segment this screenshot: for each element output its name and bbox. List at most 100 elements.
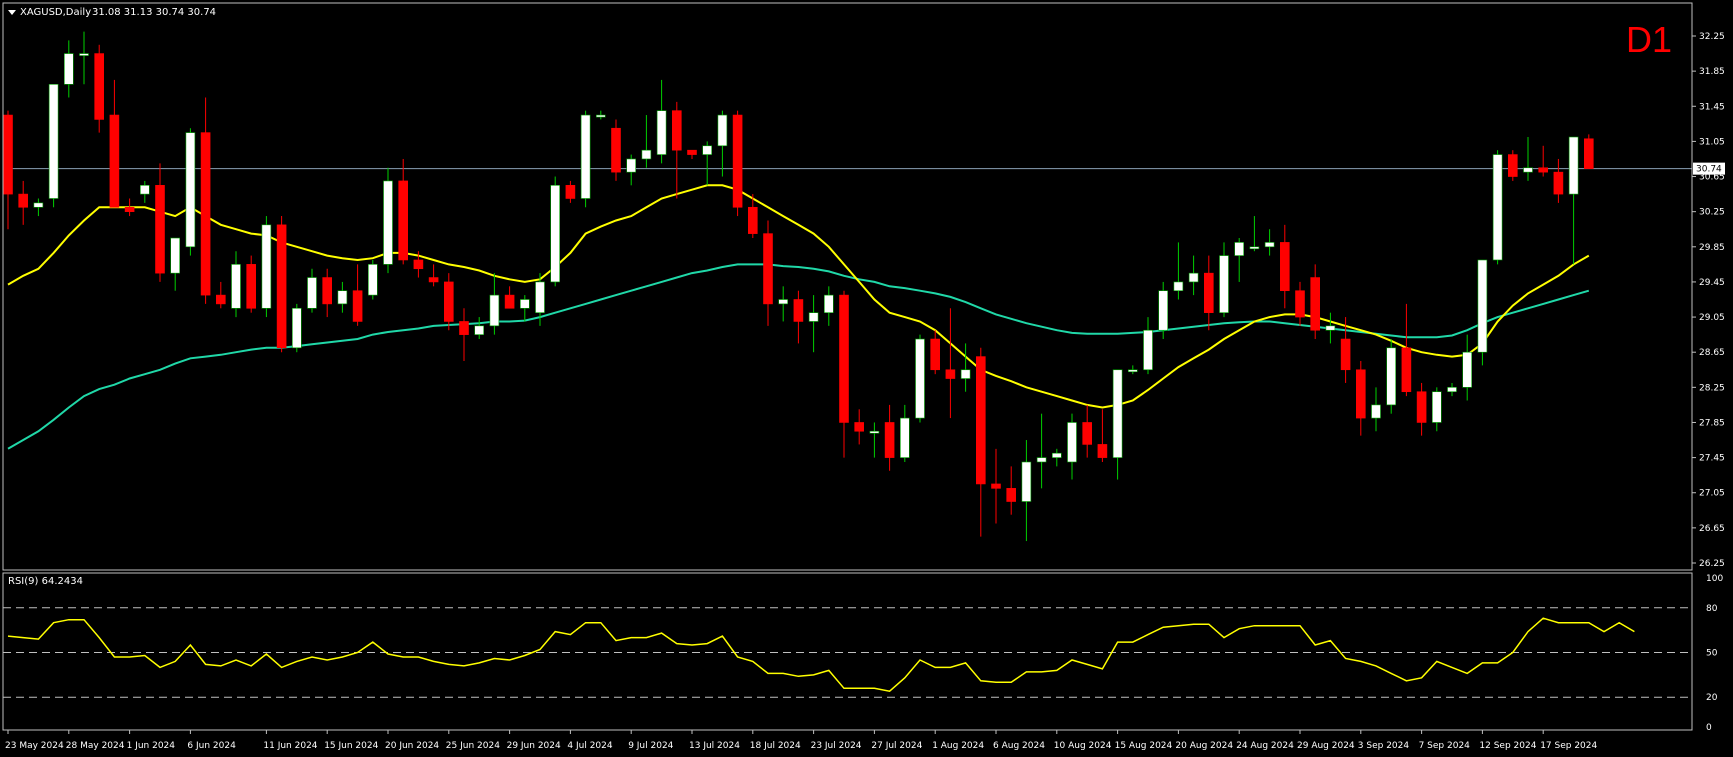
bear-candle-body: [246, 264, 256, 309]
bear-candle-body: [1538, 167, 1548, 173]
bull-candle-body: [778, 299, 789, 305]
candle[interactable]: [246, 255, 256, 313]
bull-candle-body: [535, 281, 545, 313]
bear-candle-body: [1553, 171, 1564, 195]
candle[interactable]: [915, 334, 925, 423]
bull-candle-body: [261, 224, 272, 309]
bear-candle-body: [1082, 422, 1092, 445]
date-tick-label: 25 Jun 2024: [446, 741, 500, 751]
bull-candle-body: [550, 185, 561, 283]
candle[interactable]: [611, 119, 621, 181]
bull-candle-body: [1568, 136, 1579, 195]
candle[interactable]: [732, 110, 743, 217]
rsi-label: RSI(9) 64.2434: [8, 576, 83, 587]
bull-candle-body: [702, 145, 713, 155]
bear-candle-body: [945, 369, 956, 379]
candle[interactable]: [1492, 150, 1503, 265]
bear-candle-body: [1295, 290, 1305, 318]
date-tick-label: 23 Jul 2024: [811, 741, 862, 751]
price-tick-label: 27.05: [1699, 489, 1725, 499]
candle[interactable]: [550, 176, 561, 287]
bear-candle-body: [991, 483, 1001, 489]
bear-candle-body: [747, 206, 758, 234]
candle[interactable]: [1386, 339, 1396, 414]
bull-candle-body: [808, 312, 819, 322]
date-tick-label: 1 Jun 2024: [127, 741, 176, 751]
chart-canvas[interactable]: 32.2531.8531.4531.0530.6530.2529.8529.45…: [0, 0, 1733, 757]
bear-candle-body: [276, 224, 287, 349]
bull-candle-body: [79, 53, 89, 56]
bull-candle-body: [1462, 351, 1472, 388]
price-tick-label: 31.05: [1699, 137, 1725, 147]
date-tick-label: 29 Jun 2024: [507, 741, 561, 751]
bear-candle-body: [793, 299, 804, 322]
bear-candle-body: [763, 233, 773, 305]
bull-candle-body: [823, 294, 834, 313]
candle[interactable]: [443, 273, 454, 331]
candle[interactable]: [1158, 281, 1168, 340]
price-tick-label: 30.25: [1699, 208, 1725, 218]
candle[interactable]: [48, 84, 59, 208]
date-tick-label: 13 Jul 2024: [689, 741, 740, 751]
candle[interactable]: [383, 167, 393, 274]
bear-candle-body: [398, 180, 409, 261]
bull-candle-body: [474, 325, 485, 335]
price-tick-label: 27.45: [1699, 454, 1725, 464]
bear-candle-body: [1204, 272, 1214, 313]
bull-candle-body: [185, 132, 196, 248]
candle[interactable]: [276, 216, 287, 353]
bull-candle-body: [1325, 325, 1336, 331]
bull-candle-body: [1052, 452, 1062, 458]
candle[interactable]: [94, 44, 104, 133]
bull-candle-body: [1219, 255, 1229, 313]
candle[interactable]: [291, 303, 302, 353]
bear-candle-body: [443, 281, 454, 322]
bull-candle-body: [641, 149, 652, 160]
candle[interactable]: [261, 216, 272, 318]
price-tick-label: 29.45: [1699, 278, 1725, 288]
bear-candle-body: [1097, 444, 1108, 458]
rsi-tick-label: 100: [1706, 574, 1723, 584]
bear-candle-body: [1416, 391, 1427, 423]
price-tick-label: 28.25: [1699, 383, 1725, 393]
date-tick-label: 12 Sep 2024: [1479, 741, 1536, 751]
candle[interactable]: [1508, 150, 1518, 181]
candle[interactable]: [1584, 134, 1594, 169]
bull-candle-body: [1188, 272, 1199, 283]
bear-candle-body: [1340, 338, 1351, 371]
date-tick-label: 6 Jun 2024: [187, 741, 236, 751]
candle[interactable]: [580, 110, 591, 208]
bull-candle-body: [519, 299, 530, 309]
bear-candle-body: [1584, 138, 1594, 169]
bull-candle-body: [1264, 242, 1275, 248]
bear-candle-body: [611, 127, 621, 173]
candle[interactable]: [185, 128, 196, 256]
bear-candle-body: [109, 114, 120, 208]
bear-candle-body: [504, 294, 515, 309]
bull-candle-body: [1447, 387, 1457, 393]
candle[interactable]: [367, 259, 378, 300]
price-tick-label: 26.25: [1699, 559, 1725, 569]
date-tick-label: 1 Aug 2024: [932, 741, 984, 751]
bull-candle-body: [960, 369, 971, 379]
bull-candle-body: [1128, 369, 1138, 373]
rsi-tick-label: 20: [1706, 693, 1718, 703]
bull-candle-body: [1067, 422, 1077, 463]
candle[interactable]: [1477, 259, 1488, 366]
bear-candle-body: [671, 110, 682, 151]
bull-candle-body: [656, 110, 667, 155]
date-tick-label: 27 Jul 2024: [871, 741, 922, 751]
bear-candle-body: [884, 422, 895, 458]
bear-candle-body: [1356, 369, 1366, 419]
rsi-tick-label: 80: [1706, 604, 1718, 614]
bear-candle-body: [18, 193, 29, 208]
bull-candle-body: [1477, 259, 1488, 353]
price-tick-label: 27.85: [1699, 418, 1725, 428]
bull-candle-body: [899, 417, 910, 458]
price-tick-label: 31.45: [1699, 102, 1725, 112]
bear-candle-body: [839, 294, 849, 423]
bull-candle-body: [717, 114, 728, 147]
current-price-label: 30.74: [1696, 165, 1722, 175]
bull-candle-body: [291, 307, 302, 349]
bear-candle-body: [94, 53, 104, 120]
